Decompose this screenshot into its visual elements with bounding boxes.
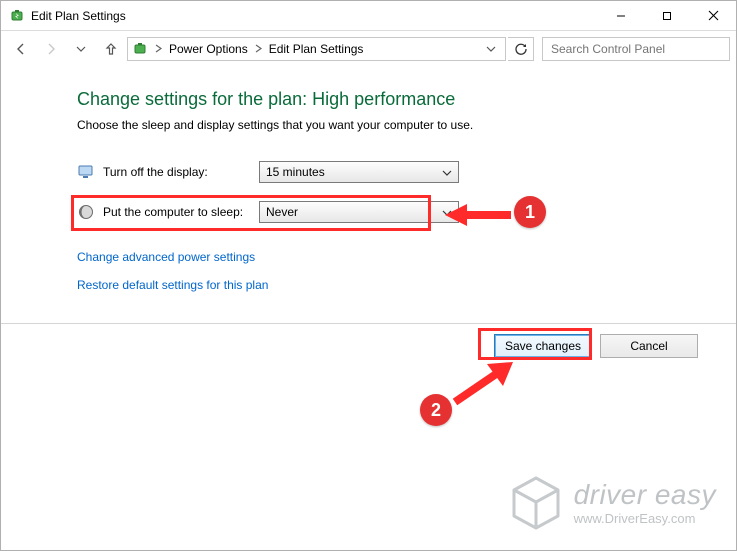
up-button[interactable] xyxy=(97,35,125,63)
sleep-timeout-select[interactable]: Never xyxy=(259,201,459,223)
watermark-title: driver easy xyxy=(574,481,716,509)
watermark-url: www.DriverEasy.com xyxy=(574,511,716,526)
chevron-right-icon[interactable] xyxy=(152,42,165,56)
chevron-right-icon[interactable] xyxy=(252,42,265,56)
chevron-down-icon xyxy=(442,207,452,217)
address-bar[interactable]: Power Options Edit Plan Settings xyxy=(127,37,506,61)
footer: Save changes Cancel xyxy=(1,323,736,367)
back-button[interactable] xyxy=(7,35,35,63)
minimize-button[interactable] xyxy=(598,1,644,30)
forward-button[interactable] xyxy=(37,35,65,63)
address-dropdown-button[interactable] xyxy=(481,38,501,60)
chevron-down-icon xyxy=(442,167,452,177)
display-timeout-label: Turn off the display: xyxy=(103,165,259,179)
breadcrumb-item[interactable]: Edit Plan Settings xyxy=(269,42,364,56)
advanced-settings-link[interactable]: Change advanced power settings xyxy=(77,250,736,264)
page-heading: Change settings for the plan: High perfo… xyxy=(77,89,736,110)
close-button[interactable] xyxy=(690,1,736,30)
control-panel-icon xyxy=(132,41,148,57)
recent-locations-button[interactable] xyxy=(67,35,95,63)
window-title: Edit Plan Settings xyxy=(31,9,130,23)
maximize-button[interactable] xyxy=(644,1,690,30)
navbar: Power Options Edit Plan Settings xyxy=(1,31,736,67)
display-timeout-select[interactable]: 15 minutes xyxy=(259,161,459,183)
watermark: driver easy www.DriverEasy.com xyxy=(510,474,716,532)
window-buttons xyxy=(598,1,736,30)
cancel-button[interactable]: Cancel xyxy=(600,334,698,358)
sleep-timeout-row: Put the computer to sleep: Never xyxy=(77,198,736,226)
restore-defaults-link[interactable]: Restore default settings for this plan xyxy=(77,278,736,292)
monitor-icon xyxy=(77,163,95,181)
refresh-button[interactable] xyxy=(508,37,534,61)
search-input[interactable] xyxy=(549,41,723,57)
annotation-badge-2: 2 xyxy=(420,394,452,426)
watermark-cube-icon xyxy=(510,474,562,532)
sleep-timeout-value: Never xyxy=(266,205,298,219)
search-box[interactable] xyxy=(542,37,730,61)
breadcrumb-item[interactable]: Power Options xyxy=(169,42,248,56)
sleep-timeout-label: Put the computer to sleep: xyxy=(103,205,259,219)
page-subtext: Choose the sleep and display settings th… xyxy=(77,118,736,132)
save-button[interactable]: Save changes xyxy=(494,334,592,358)
battery-app-icon xyxy=(9,8,25,24)
display-timeout-value: 15 minutes xyxy=(266,165,325,179)
titlebar: Edit Plan Settings xyxy=(1,1,736,31)
moon-icon xyxy=(77,203,95,221)
display-timeout-row: Turn off the display: 15 minutes xyxy=(77,158,736,186)
